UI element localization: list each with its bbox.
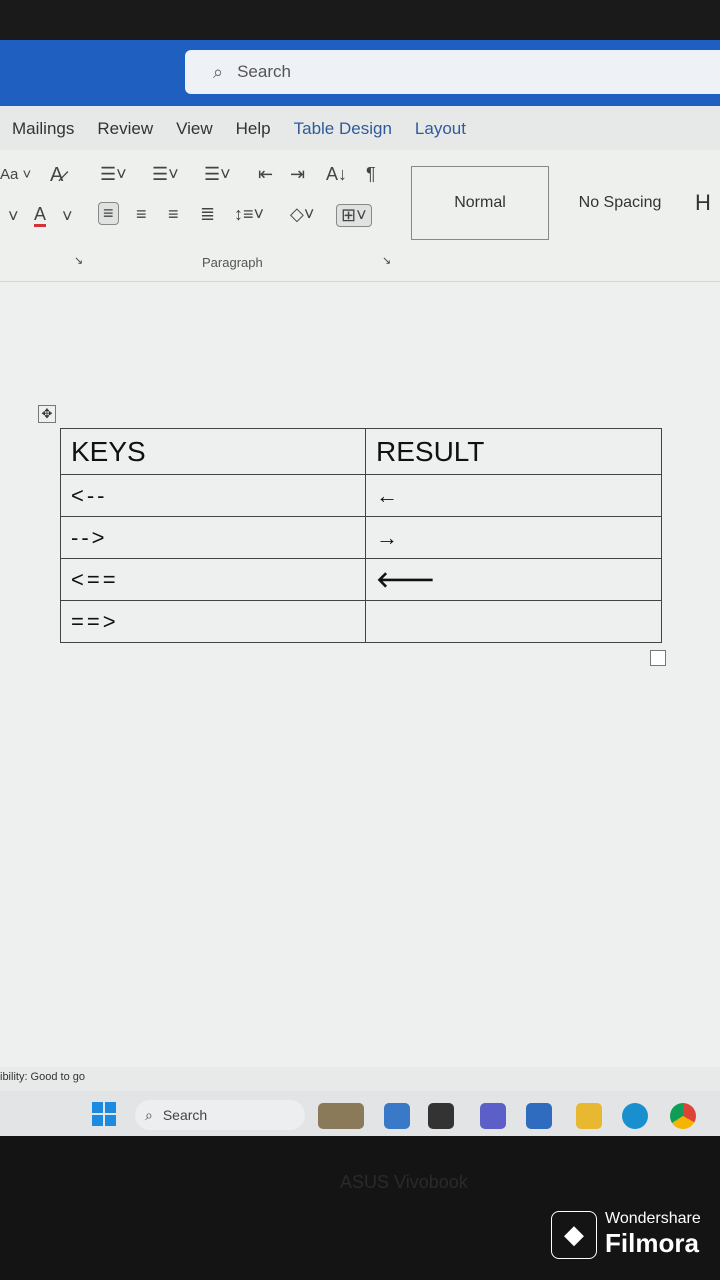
watermark-line2: Filmora xyxy=(605,1228,699,1258)
header-result[interactable]: RESULT xyxy=(365,428,662,475)
taskbar-search-label: Search xyxy=(162,1107,208,1123)
edge-icon[interactable] xyxy=(622,1103,648,1129)
font-dialog-launcher-icon[interactable]: ↘ xyxy=(74,254,83,267)
keys-table: KEYS RESULT <-- ← --> → <== 🡐 ==> xyxy=(60,428,662,643)
copilot-icon[interactable] xyxy=(384,1103,410,1129)
change-case-button[interactable]: Aa ˅ xyxy=(0,166,31,183)
search-icon: ⌕ xyxy=(145,1106,153,1123)
tab-layout[interactable]: Layout xyxy=(415,119,466,139)
paragraph-dialog-launcher-icon[interactable]: ↘ xyxy=(382,254,391,267)
sort-icon[interactable]: A↓ xyxy=(326,164,347,185)
accessibility-status[interactable]: ibility: Good to go xyxy=(0,1071,85,1083)
clear-formatting-icon[interactable]: A̷ xyxy=(50,164,63,187)
watermark-line1: Wondershare xyxy=(605,1210,701,1227)
status-bar: ibility: Good to go xyxy=(0,1067,720,1091)
header-keys[interactable]: KEYS xyxy=(60,428,366,475)
style-normal[interactable]: Normal xyxy=(411,166,549,240)
cell-key[interactable]: ==> xyxy=(60,600,366,643)
cell-result[interactable] xyxy=(365,600,662,643)
teams-icon[interactable] xyxy=(480,1103,506,1129)
search-icon: ⌕ xyxy=(213,61,224,82)
terminal-icon[interactable] xyxy=(428,1103,454,1129)
align-right-icon[interactable]: ≡ xyxy=(168,204,179,225)
align-center-icon[interactable]: ≡ xyxy=(136,204,147,225)
store-icon[interactable] xyxy=(526,1103,552,1129)
table-move-handle-icon[interactable]: ✥ xyxy=(38,405,56,423)
cell-key[interactable]: <== xyxy=(60,558,366,601)
tab-review[interactable]: Review xyxy=(97,119,153,139)
bullets-icon[interactable]: ☰˅ xyxy=(100,164,127,185)
tab-mailings[interactable]: Mailings xyxy=(12,119,74,139)
tab-help[interactable]: Help xyxy=(236,119,271,139)
widgets-icon[interactable] xyxy=(318,1103,364,1129)
tab-table-design[interactable]: Table Design xyxy=(294,119,392,139)
ribbon-tabs: Mailings Review View Help Table Design L… xyxy=(0,106,720,152)
numbering-icon[interactable]: ☰˅ xyxy=(152,164,179,185)
filmora-watermark: ◆ Wondershare Filmora xyxy=(551,1210,701,1259)
multilevel-list-icon[interactable]: ☰˅ xyxy=(204,164,231,185)
windows-start-icon[interactable] xyxy=(92,1102,116,1126)
shading-icon[interactable]: ◇˅ xyxy=(290,204,314,225)
chrome-icon[interactable] xyxy=(670,1103,696,1129)
document-page[interactable] xyxy=(0,282,720,1067)
cell-result[interactable]: ← xyxy=(365,474,662,517)
line-spacing-icon[interactable]: ↕≡˅ xyxy=(234,204,264,225)
decrease-indent-icon[interactable]: ⇤ xyxy=(258,164,273,185)
align-left-icon[interactable]: ≡ xyxy=(98,202,119,225)
borders-icon[interactable]: ⊞˅ xyxy=(336,204,372,227)
tab-view[interactable]: View xyxy=(176,119,213,139)
increase-indent-icon[interactable]: ⇥ xyxy=(290,164,305,185)
cell-key[interactable]: --> xyxy=(60,516,366,559)
table-resize-handle[interactable] xyxy=(650,650,666,666)
laptop-brand: ASUS Vivobook xyxy=(340,1172,468,1192)
style-no-spacing[interactable]: No Spacing xyxy=(555,166,685,240)
filmora-logo-icon: ◆ xyxy=(551,1210,597,1259)
pilcrow-icon[interactable]: ¶ xyxy=(366,164,376,185)
font-color-icon[interactable]: A xyxy=(34,204,47,227)
search-box[interactable]: ⌕ Search xyxy=(185,50,720,94)
highlight-dropdown[interactable]: ˅ xyxy=(8,206,19,227)
paragraph-group-label: Paragraph xyxy=(202,255,263,270)
font-color-dropdown[interactable]: ˅ xyxy=(62,206,73,227)
cell-result[interactable]: 🡐 xyxy=(365,558,662,601)
cell-key[interactable]: <-- xyxy=(60,474,366,517)
taskbar-search[interactable]: ⌕ Search xyxy=(135,1100,305,1130)
search-placeholder: Search xyxy=(237,62,291,81)
cell-result[interactable]: → xyxy=(365,516,662,559)
file-explorer-icon[interactable] xyxy=(576,1103,602,1129)
justify-icon[interactable]: ≣ xyxy=(200,204,215,225)
screen-bezel xyxy=(0,0,720,40)
style-heading[interactable]: H xyxy=(695,166,720,240)
